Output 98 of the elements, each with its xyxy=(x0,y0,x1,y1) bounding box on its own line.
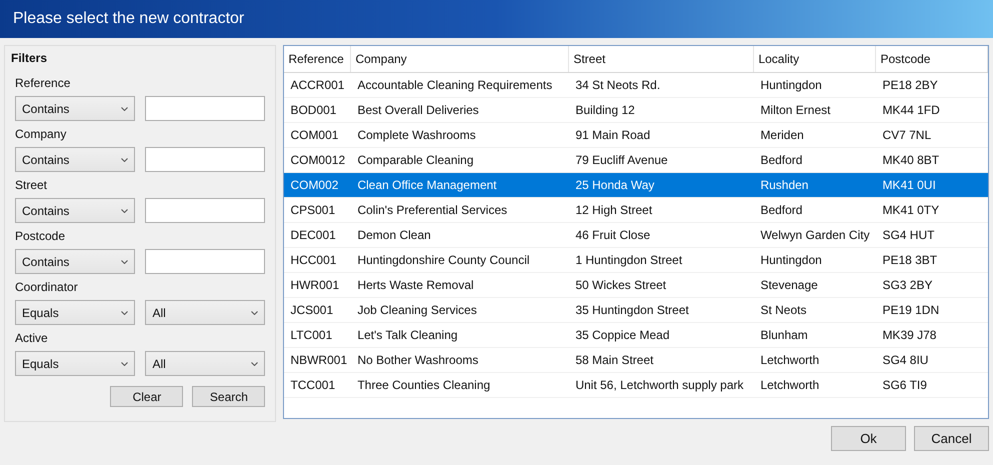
table-cell-text: Let's Talk Cleaning xyxy=(356,327,459,344)
table-cell-text: Comparable Cleaning xyxy=(356,152,475,169)
table-cell-text: COM002 xyxy=(289,177,340,194)
table-cell-text: SG6 TI9 xyxy=(881,377,928,394)
table-cell-text: Rushden xyxy=(759,177,810,194)
chevron-down-icon xyxy=(121,208,128,212)
table-cell-text: NBWR001 xyxy=(289,352,348,369)
table-cell-text: MK40 8BT xyxy=(881,152,940,169)
table-cell-text: Bedford xyxy=(759,202,804,219)
operator-dropdown[interactable]: Contains xyxy=(15,147,135,172)
table-cell-text: COM001 xyxy=(289,127,340,144)
operator-dropdown[interactable]: Equals xyxy=(15,300,135,325)
table-cell-text: JCS001 xyxy=(289,302,334,319)
table-cell-text: DEC001 xyxy=(289,227,337,244)
table-cell-text: 12 High Street xyxy=(574,202,654,219)
table-cell-text: Three Counties Cleaning xyxy=(356,377,492,394)
table-cell-text: HCC001 xyxy=(289,252,338,269)
filter-label: Reference xyxy=(15,75,72,92)
value-dropdown[interactable]: All xyxy=(145,351,266,376)
table-cell-text: COM0012 xyxy=(289,152,346,169)
table-cell-text: Complete Washrooms xyxy=(356,127,477,144)
table-cell-text: 50 Wickes Street xyxy=(574,277,668,294)
dialog-button[interactable]: Cancel xyxy=(914,426,989,451)
table-cell-text: LTC001 xyxy=(289,327,334,344)
table-cell-text: 35 Huntingdon Street xyxy=(574,302,690,319)
table-cell-text: Best Overall Deliveries xyxy=(356,102,480,119)
chevron-down-icon xyxy=(121,260,128,264)
table-cell-text: Huntingdon xyxy=(759,77,823,94)
table-row[interactable]: COM002 Clean Office Management 25 Honda Way Rushden MK41 0UI xyxy=(284,173,988,198)
table-cell-text: 46 Fruit Close xyxy=(574,227,652,244)
table-cell-text: Building 12 xyxy=(574,102,636,119)
table-cell-text: Huntingdonshire County Council xyxy=(356,252,531,269)
window-title: Please select the new contractor xyxy=(13,9,244,29)
operator-dropdown[interactable]: Contains xyxy=(15,249,135,274)
chevron-down-icon xyxy=(121,158,128,162)
table-cell-text: 79 Eucliff Avenue xyxy=(574,152,669,169)
chevron-down-icon xyxy=(251,310,258,314)
filter-input[interactable] xyxy=(145,147,266,172)
table-cell-text: Unit 56, Letchworth supply park xyxy=(574,377,745,394)
table-cell-text: 58 Main Street xyxy=(574,352,654,369)
table-cell-text: HWR001 xyxy=(289,277,340,294)
filter-input[interactable] xyxy=(145,249,266,274)
table-cell-text: Welwyn Garden City xyxy=(759,227,871,244)
chevron-down-icon xyxy=(121,310,128,314)
table-cell-text: PE18 2BY xyxy=(881,77,939,94)
filter-input[interactable] xyxy=(145,198,266,223)
chevron-down-icon xyxy=(121,362,128,366)
filter-label: Street xyxy=(15,177,48,194)
table-cell-text: MK41 0UI xyxy=(881,177,937,194)
table-cell-text: Job Cleaning Services xyxy=(356,302,478,319)
filter-label: Company xyxy=(15,126,68,143)
filter-label: Coordinator xyxy=(15,279,79,296)
operator-dropdown[interactable]: Contains xyxy=(15,96,135,121)
table-cell-text: BOD001 xyxy=(289,102,338,119)
filter-button[interactable]: Search xyxy=(192,386,266,407)
operator-dropdown[interactable]: Equals xyxy=(15,351,135,376)
table-cell-text: SG4 HUT xyxy=(881,227,936,244)
operator-dropdown[interactable]: Contains xyxy=(15,198,135,223)
table-cell-text: Bedford xyxy=(759,152,804,169)
table-cell-text: TCC001 xyxy=(289,377,336,394)
table-cell-text: St Neots xyxy=(759,302,808,319)
table-cell-text: Clean Office Management xyxy=(356,177,498,194)
table-cell-text: Colin's Preferential Services xyxy=(356,202,508,219)
table-cell-text: Letchworth xyxy=(759,352,820,369)
value-dropdown[interactable]: All xyxy=(145,300,266,325)
filter-button[interactable]: Clear xyxy=(110,386,184,407)
table-cell-text: No Bother Washrooms xyxy=(356,352,480,369)
table-cell-text: MK44 1FD xyxy=(881,102,941,119)
table-cell-text: Letchworth xyxy=(759,377,820,394)
filters-title: Filters xyxy=(11,50,48,67)
table-cell-text: ACCR001 xyxy=(289,77,346,94)
table-cell-text: 34 St Neots Rd. xyxy=(574,77,662,94)
table-cell-text: CV7 7NL xyxy=(881,127,932,144)
table-cell-text: Blunham xyxy=(759,327,809,344)
table-cell-text: Milton Ernest xyxy=(759,102,832,119)
filter-label: Postcode xyxy=(15,228,66,245)
filter-input[interactable] xyxy=(145,96,266,121)
table-cell-text: 25 Honda Way xyxy=(574,177,656,194)
table-cell-text: 91 Main Road xyxy=(574,127,652,144)
filter-label: Active xyxy=(15,330,49,347)
table-cell-text: 35 Coppice Mead xyxy=(574,327,670,344)
chevron-down-icon xyxy=(251,362,258,366)
table-cell-text: Herts Waste Removal xyxy=(356,277,475,294)
table-cell-text: MK39 J78 xyxy=(881,327,938,344)
table-cell-text: MK41 0TY xyxy=(881,202,940,219)
table-cell-text: SG3 2BY xyxy=(881,277,934,294)
table-cell-text: CPS001 xyxy=(289,202,336,219)
table-cell-text: Stevenage xyxy=(759,277,819,294)
table-cell-text: Demon Clean xyxy=(356,227,432,244)
table-cell-text: Meriden xyxy=(759,127,805,144)
table-cell-text: Huntingdon xyxy=(759,252,823,269)
chevron-down-icon xyxy=(121,106,128,110)
dialog-button[interactable]: Ok xyxy=(831,426,906,451)
table-cell-text: Accountable Cleaning Requirements xyxy=(356,77,554,94)
table-cell-text: 1 Huntingdon Street xyxy=(574,252,684,269)
table-cell-text: PE19 1DN xyxy=(881,302,940,319)
table-cell-text: SG4 8IU xyxy=(881,352,930,369)
table-cell-text: PE18 3BT xyxy=(881,252,938,269)
